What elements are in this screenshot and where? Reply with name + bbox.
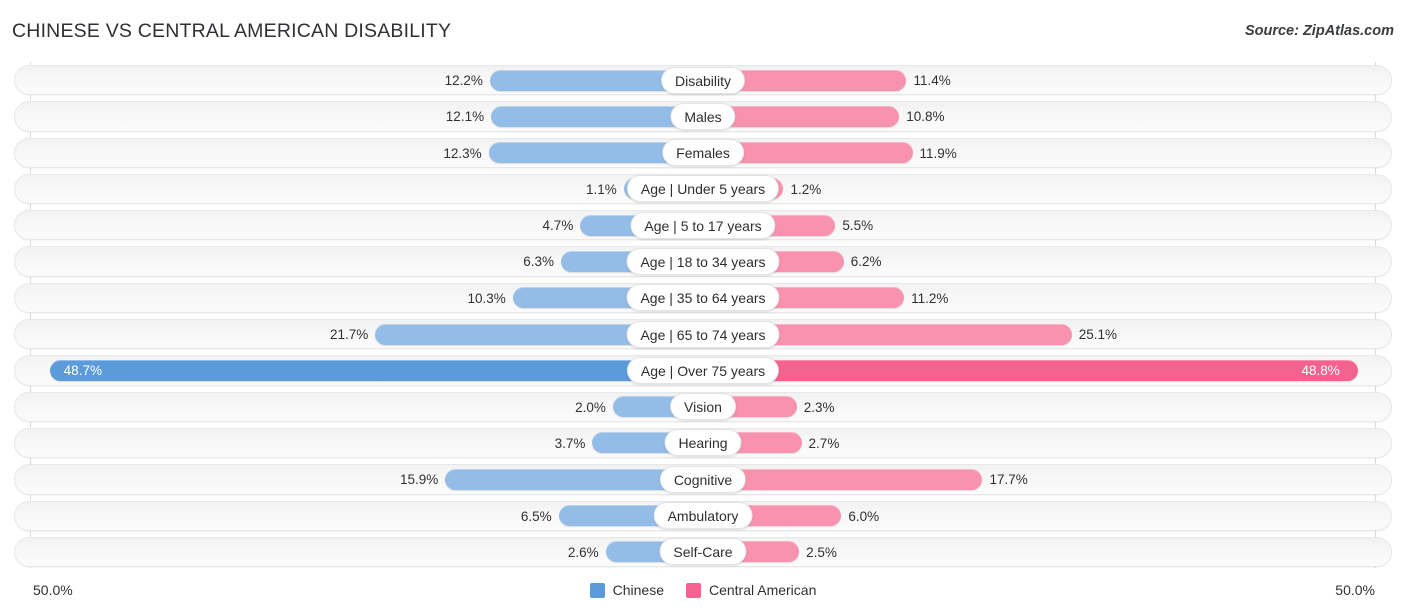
chart-legend: Chinese Central American [0, 582, 1406, 598]
bar-row: 3.7% 2.7% Hearing [0, 425, 1406, 461]
bar-row: 21.7% 25.1% Age | 65 to 74 years [0, 316, 1406, 352]
category-label-pill: Age | 18 to 34 years [626, 247, 780, 275]
bar-value-right: 2.5% [806, 544, 837, 560]
bar-row: 2.0% 2.3% Vision [0, 389, 1406, 425]
category-label-pill: Males [670, 102, 736, 130]
bar-value-left: 6.3% [523, 254, 555, 270]
bar-left-chinese [49, 359, 703, 381]
bar-value-right: 11.9% [919, 145, 957, 161]
category-label-pill: Disability [660, 66, 746, 94]
legend-swatch-icon [685, 582, 701, 598]
legend-swatch-icon [589, 582, 605, 598]
category-label-pill: Cognitive [659, 465, 747, 493]
bar-right-central-american [703, 359, 1358, 381]
bar-rows-container: 12.2% 11.4% Disability 12.1% 10.8% Males 12.3%… [0, 62, 1406, 570]
bar-value-left: 15.9% [399, 472, 439, 488]
bar-row: 1.1% 1.2% Age | Under 5 years [0, 171, 1406, 207]
bar-value-left: 3.7% [554, 435, 586, 451]
bar-row: 12.1% 10.8% Males [0, 98, 1406, 134]
category-label-pill: Hearing [664, 429, 742, 457]
bar-value-left: 2.6% [567, 544, 599, 560]
bar-value-left: 21.7% [330, 327, 369, 343]
chart-plot-area: 12.2% 11.4% Disability 12.1% 10.8% Males 12.3%… [0, 62, 1406, 574]
bar-row: 10.3% 11.2% Age | 35 to 64 years [0, 280, 1406, 316]
bar-value-left: 6.5% [520, 508, 552, 524]
legend-label: Chinese [612, 582, 664, 598]
category-label-pill: Age | 5 to 17 years [630, 211, 776, 239]
bar-value-left: 12.1% [445, 109, 485, 125]
page-title: CHINESE VS CENTRAL AMERICAN DISABILITY [12, 20, 452, 42]
bar-value-left: 10.3% [467, 290, 506, 306]
bar-value-right: 6.2% [850, 254, 882, 270]
category-label-pill: Self-Care [659, 538, 747, 566]
bar-value-left: 4.7% [542, 218, 574, 234]
bar-value-right: 25.1% [1078, 327, 1117, 343]
chart-header: CHINESE VS CENTRAL AMERICAN DISABILITY S… [0, 0, 1406, 62]
bar-value-left: 48.7% [63, 363, 102, 379]
bar-value-right: 17.7% [989, 472, 1028, 488]
category-label-pill: Age | 35 to 64 years [626, 284, 780, 312]
bar-row: 6.5% 6.0% Ambulatory [0, 498, 1406, 534]
bar-row: 6.3% 6.2% Age | 18 to 34 years [0, 243, 1406, 279]
bar-row: 12.2% 11.4% Disability [0, 62, 1406, 98]
bar-row: 48.7% 48.8% Age | Over 75 years [0, 352, 1406, 388]
chart-footer: 50.0% 50.0% Chinese Central American [0, 574, 1406, 612]
category-label-pill: Age | 65 to 74 years [626, 320, 780, 348]
category-label-pill: Ambulatory [653, 502, 753, 530]
bar-value-left: 12.3% [443, 145, 482, 161]
bar-value-right: 10.8% [906, 109, 945, 125]
category-label-pill: Age | Under 5 years [626, 175, 780, 203]
category-label-pill: Females [662, 139, 744, 167]
bar-value-left: 12.2% [444, 73, 483, 88]
category-label-pill: Vision [670, 393, 736, 421]
category-label-pill: Age | Over 75 years [626, 356, 780, 384]
bar-value-right: 5.5% [842, 218, 874, 234]
bar-value-right: 6.0% [848, 508, 880, 524]
bar-row: 15.9% 17.7% Cognitive [0, 461, 1406, 497]
legend-item[interactable]: Central American [685, 582, 817, 598]
bar-row: 2.6% 2.5% Self-Care [0, 534, 1406, 570]
bar-value-right: 2.7% [808, 435, 840, 451]
legend-item[interactable]: Chinese [589, 582, 664, 598]
bar-row: 12.3% 11.9% Females [0, 135, 1406, 171]
bar-value-left: 2.0% [575, 399, 606, 415]
source-attribution: Source: ZipAtlas.com [1244, 23, 1394, 39]
bar-value-right: 2.3% [803, 399, 835, 415]
bar-value-right: 48.8% [1301, 363, 1340, 379]
bar-value-right: 1.2% [790, 181, 822, 197]
bar-row: 4.7% 5.5% Age | 5 to 17 years [0, 207, 1406, 243]
chart-page: CHINESE VS CENTRAL AMERICAN DISABILITY S… [0, 0, 1406, 612]
bar-value-right: 11.2% [911, 290, 949, 306]
legend-label: Central American [708, 582, 817, 598]
bar-value-right: 11.4% [913, 73, 951, 88]
bar-value-left: 1.1% [585, 181, 617, 197]
